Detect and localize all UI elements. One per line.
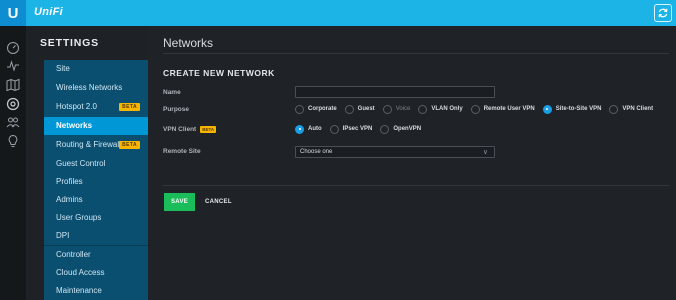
vpn-client-ipsec-label[interactable]: IPsec VPN xyxy=(343,126,373,132)
logo-letter: U xyxy=(7,4,19,22)
menu-item-site[interactable]: Site xyxy=(44,60,148,78)
menu-item-controller[interactable]: Controller xyxy=(44,246,148,264)
purpose-vlan-only-label[interactable]: VLAN Only xyxy=(431,106,462,112)
menu-item-label: User Groups xyxy=(56,213,102,222)
purpose-label: Purpose xyxy=(163,106,190,113)
purpose-vpn-client-radio[interactable] xyxy=(609,104,619,114)
menu-item-label: Hotspot 2.0 xyxy=(56,102,97,111)
chevron-down-icon: ∨ xyxy=(482,149,488,156)
menu-item-label: DPI xyxy=(56,231,70,240)
menu-item-label: Guest Control xyxy=(56,159,106,168)
clients-icon[interactable] xyxy=(6,115,20,129)
remote-site-select[interactable]: Choose one ∨ xyxy=(295,146,495,158)
menu-item-hotspot[interactable]: Hotspot 2.0 BETA xyxy=(44,98,148,116)
menu-item-label: Maintenance xyxy=(56,286,102,295)
purpose-guest-radio[interactable] xyxy=(344,104,354,114)
top-bar: U UniFi xyxy=(0,0,676,26)
page-title: Networks xyxy=(163,36,214,50)
menu-item-label: Controller xyxy=(56,250,91,259)
menu-item-wireless-networks[interactable]: Wireless Networks xyxy=(44,79,148,97)
menu-item-label: Wireless Networks xyxy=(56,83,123,92)
menu-item-label: Networks xyxy=(56,121,93,130)
devices-icon[interactable] xyxy=(6,97,20,111)
purpose-voice-radio[interactable] xyxy=(382,104,392,114)
purpose-guest-label[interactable]: Guest xyxy=(358,106,375,112)
vpn-client-label: VPN Client BETA xyxy=(163,126,217,134)
menu-item-dpi[interactable]: DPI xyxy=(44,227,148,245)
purpose-site-to-site-vpn-radio[interactable] xyxy=(542,104,552,114)
menu-item-label: Admins xyxy=(56,195,83,204)
map-icon[interactable] xyxy=(6,78,20,92)
menu-item-user-groups[interactable]: User Groups xyxy=(44,209,148,227)
menu-item-networks[interactable]: Networks xyxy=(44,117,148,135)
brand-name: UniFi xyxy=(34,6,63,18)
dashboard-icon[interactable] xyxy=(6,41,20,55)
menu-item-label: Site xyxy=(56,64,70,73)
app-window: U UniFi SETTINGS Site Wireless Networks … xyxy=(0,0,676,300)
purpose-remote-user-vpn-label[interactable]: Remote User VPN xyxy=(484,106,535,112)
vpn-client-openvpn-label[interactable]: OpenVPN xyxy=(393,126,421,132)
purpose-corporate-radio[interactable] xyxy=(295,104,304,114)
menu-item-profiles[interactable]: Profiles xyxy=(44,173,148,191)
purpose-remote-user-vpn-radio[interactable] xyxy=(470,104,480,114)
section-title: CREATE NEW NETWORK xyxy=(163,68,275,78)
remote-site-value: Choose one xyxy=(300,149,333,155)
vpn-client-radio-group: Auto IPsec VPN OpenVPN xyxy=(295,124,429,134)
cancel-button[interactable]: CANCEL xyxy=(205,193,232,211)
menu-item-cloud-access[interactable]: Cloud Access xyxy=(44,264,148,282)
nav-rail xyxy=(0,26,26,300)
vpn-client-label-text: VPN Client xyxy=(163,126,197,134)
beta-badge: BETA xyxy=(119,103,140,111)
purpose-site-to-site-vpn-label[interactable]: Site-to-Site VPN xyxy=(556,106,602,112)
vpn-client-ipsec-radio[interactable] xyxy=(329,124,339,134)
insights-icon[interactable] xyxy=(6,134,20,148)
purpose-corporate-label[interactable]: Corporate xyxy=(308,106,337,112)
refresh-icon xyxy=(658,8,668,18)
beta-badge: BETA xyxy=(200,126,217,133)
form-divider xyxy=(163,185,669,186)
purpose-vlan-only-radio[interactable] xyxy=(418,104,428,114)
settings-title: SETTINGS xyxy=(40,37,99,49)
title-divider xyxy=(163,53,669,54)
statistics-icon[interactable] xyxy=(6,59,20,73)
menu-item-label: Profiles xyxy=(56,177,83,186)
name-label: Name xyxy=(163,89,181,96)
menu-item-admins[interactable]: Admins xyxy=(44,191,148,209)
menu-item-maintenance[interactable]: Maintenance xyxy=(44,282,148,300)
menu-item-label: Routing & Firewall xyxy=(56,140,121,149)
vpn-client-auto-radio[interactable] xyxy=(295,124,304,134)
ubiquiti-logo[interactable]: U xyxy=(0,0,26,26)
purpose-radio-group: Corporate Guest Voice VLAN Only Remote U… xyxy=(295,104,661,114)
vpn-client-openvpn-radio[interactable] xyxy=(380,124,390,134)
purpose-voice-label[interactable]: Voice xyxy=(396,106,411,112)
purpose-vpn-client-label[interactable]: VPN Client xyxy=(622,106,653,112)
settings-menu: Site Wireless Networks Hotspot 2.0 BETA … xyxy=(44,60,148,300)
remote-site-label: Remote Site xyxy=(163,148,201,155)
beta-badge: BETA xyxy=(119,141,140,149)
refresh-button[interactable] xyxy=(654,4,672,22)
menu-item-label: Cloud Access xyxy=(56,268,105,277)
menu-item-guest-control[interactable]: Guest Control xyxy=(44,155,148,173)
vpn-client-auto-label[interactable]: Auto xyxy=(308,126,322,132)
name-input[interactable] xyxy=(295,86,495,98)
save-button[interactable]: SAVE xyxy=(164,193,195,211)
menu-item-routing-firewall[interactable]: Routing & Firewall BETA xyxy=(44,136,148,154)
